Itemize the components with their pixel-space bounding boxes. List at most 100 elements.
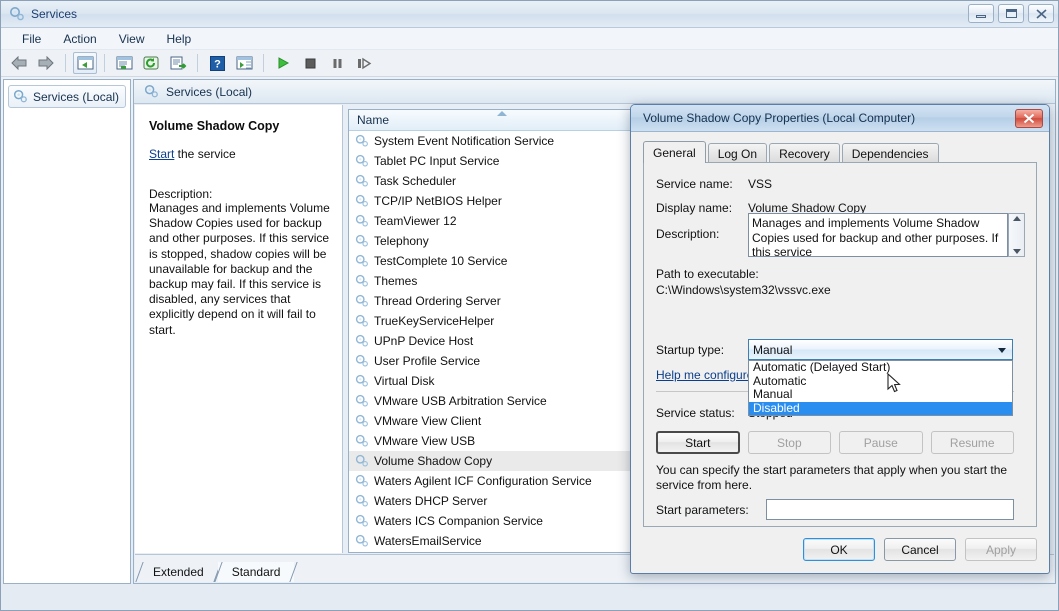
toolbar-separator <box>104 54 105 72</box>
start-parameters-label: Start parameters: <box>656 503 749 517</box>
dropdown-option[interactable]: Disabled <box>749 402 1012 416</box>
stop-service-icon[interactable] <box>298 52 322 74</box>
dialog-titlebar: Volume Shadow Copy Properties (Local Com… <box>631 105 1049 132</box>
services-gear-icon <box>355 154 369 168</box>
service-name-cell: Waters DHCP Server <box>374 494 487 508</box>
maximize-button[interactable] <box>998 4 1024 23</box>
services-gear-icon <box>9 6 25 22</box>
tab-extended[interactable]: Extended <box>139 562 218 582</box>
detail-action-suffix: the service <box>174 147 235 161</box>
services-window: Services File Action View Help <box>0 0 1059 611</box>
tab-general[interactable]: General <box>643 141 706 163</box>
minimize-button[interactable] <box>968 4 994 23</box>
services-gear-icon <box>355 374 369 388</box>
service-name-cell: Waters Agilent ICF Configuration Service <box>374 474 592 488</box>
service-name-cell: VMware View USB <box>374 434 475 448</box>
path-to-executable-label: Path to executable: <box>656 267 759 281</box>
service-name-cell: UPnP Device Host <box>374 334 473 348</box>
menu-help[interactable]: Help <box>156 30 203 48</box>
detail-description-text: Manages and implements Volume Shadow Cop… <box>149 201 331 338</box>
service-name-cell: TestComplete 10 Service <box>374 254 507 268</box>
toolbar-separator <box>197 54 198 72</box>
window-titlebar: Services <box>1 1 1058 28</box>
sidebar-item-label: Services (Local) <box>33 90 119 104</box>
toolbar-separator <box>65 54 66 72</box>
menu-file[interactable]: File <box>11 30 52 48</box>
window-controls <box>968 4 1054 23</box>
apply-button: Apply <box>965 538 1037 561</box>
tab-dependencies[interactable]: Dependencies <box>842 143 939 163</box>
startup-type-dropdown-list[interactable]: Automatic (Delayed Start)AutomaticManual… <box>748 360 1013 416</box>
back-icon[interactable] <box>7 52 31 74</box>
ok-button[interactable]: OK <box>803 538 875 561</box>
scroll-down-icon[interactable] <box>1013 249 1021 254</box>
results-pane-header: Services (Local) <box>134 80 1055 104</box>
restart-service-icon[interactable] <box>352 52 376 74</box>
services-gear-icon <box>355 214 369 228</box>
services-gear-icon <box>355 254 369 268</box>
show-action-pane-icon[interactable] <box>232 52 256 74</box>
service-name-cell: VMware USB Arbitration Service <box>374 394 547 408</box>
tab-log-on[interactable]: Log On <box>708 143 767 163</box>
services-gear-icon <box>355 434 369 448</box>
service-name-cell: Volume Shadow Copy <box>374 454 492 468</box>
properties-icon[interactable] <box>112 52 136 74</box>
cancel-button[interactable]: Cancel <box>884 538 956 561</box>
help-me-configure-link[interactable]: Help me configure s <box>656 368 763 382</box>
menu-action[interactable]: Action <box>52 30 107 48</box>
dialog-body: General Log On Recovery Dependencies Ser… <box>631 132 1049 573</box>
detail-description-label: Description: <box>149 187 330 201</box>
help-icon[interactable]: ? <box>205 52 229 74</box>
services-gear-icon <box>13 89 28 104</box>
start-service-link[interactable]: Start <box>149 147 174 161</box>
dropdown-option[interactable]: Automatic <box>749 375 1012 389</box>
tab-standard[interactable]: Standard <box>218 562 295 582</box>
description-scrollbar[interactable] <box>1008 213 1025 257</box>
services-gear-icon <box>355 474 369 488</box>
service-name-cell: WatersEmailService <box>374 534 482 548</box>
start-parameters-input[interactable] <box>766 499 1014 520</box>
dropdown-option[interactable]: Manual <box>749 388 1012 402</box>
service-control-buttons: Start Stop Pause Resume <box>656 431 1014 454</box>
results-pane-title: Services (Local) <box>166 85 252 99</box>
services-gear-icon <box>355 194 369 208</box>
detail-action-line: Start the service <box>149 147 330 161</box>
service-name-value: VSS <box>748 177 772 191</box>
close-icon <box>1023 113 1035 124</box>
resume-button: Resume <box>931 431 1014 454</box>
service-name-cell: TeamViewer 12 <box>374 214 457 228</box>
close-button[interactable] <box>1028 4 1054 23</box>
services-gear-icon <box>355 274 369 288</box>
close-icon <box>1036 9 1047 19</box>
show-hide-console-tree-icon[interactable] <box>73 52 97 74</box>
dialog-close-button[interactable] <box>1015 109 1043 128</box>
sidebar-item-services-local[interactable]: Services (Local) <box>8 85 126 108</box>
services-gear-icon <box>355 394 369 408</box>
services-gear-icon <box>355 314 369 328</box>
dropdown-option[interactable]: Automatic (Delayed Start) <box>749 361 1012 375</box>
path-to-executable-value: C:\Windows\system32\vssvc.exe <box>656 283 831 297</box>
menu-view[interactable]: View <box>108 30 156 48</box>
service-name-cell: Thread Ordering Server <box>374 294 501 308</box>
startup-type-combobox[interactable]: Manual <box>748 339 1013 360</box>
start-parameters-note: You can specify the start parameters tha… <box>656 463 1014 493</box>
services-gear-icon <box>355 134 369 148</box>
startup-type-value: Manual <box>753 343 792 357</box>
forward-icon[interactable] <box>34 52 58 74</box>
svg-text:?: ? <box>214 58 221 70</box>
service-properties-dialog: Volume Shadow Copy Properties (Local Com… <box>630 104 1050 574</box>
service-name-cell: Telephony <box>374 234 429 248</box>
scroll-up-icon[interactable] <box>1013 216 1021 221</box>
export-list-icon[interactable] <box>166 52 190 74</box>
start-service-icon[interactable] <box>271 52 295 74</box>
dialog-footer-buttons: OK Cancel Apply <box>803 538 1037 561</box>
service-status-label: Service status: <box>656 406 735 420</box>
chevron-down-icon <box>998 348 1006 353</box>
refresh-icon[interactable] <box>139 52 163 74</box>
pause-service-icon[interactable] <box>325 52 349 74</box>
service-name-cell: TrueKeyServiceHelper <box>374 314 494 328</box>
window-title: Services <box>31 7 77 21</box>
description-textarea[interactable]: Manages and implements Volume Shadow Cop… <box>748 213 1008 257</box>
start-button[interactable]: Start <box>656 431 740 454</box>
tab-recovery[interactable]: Recovery <box>769 143 840 163</box>
